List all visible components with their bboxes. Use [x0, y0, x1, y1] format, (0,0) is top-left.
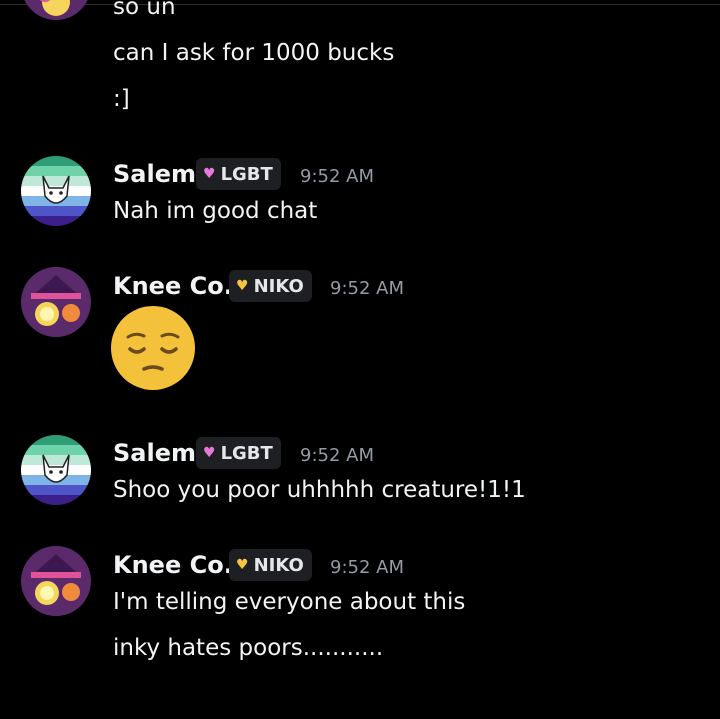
kneeco-avatar-icon — [21, 0, 91, 20]
tag-label: NIKO — [253, 275, 304, 297]
timestamp[interactable]: 9:52 AM — [300, 166, 374, 187]
tag-label: NIKO — [253, 554, 304, 576]
avatar-salem[interactable] — [21, 156, 91, 226]
pensive-face-emoji — [110, 305, 196, 391]
salem-avatar-icon — [21, 435, 91, 505]
gold-heart-icon: ♥ — [236, 278, 249, 294]
avatar-salem[interactable] — [21, 435, 91, 505]
message-line: so un — [113, 0, 176, 20]
tag-badge-niko[interactable]: ♥ NIKO — [229, 549, 312, 581]
username[interactable]: Salem — [113, 439, 196, 467]
tag-label: LGBT — [220, 163, 273, 185]
gold-heart-icon: ♥ — [236, 557, 249, 573]
message-line: Shoo you poor uhhhhh creature!1!1 — [113, 477, 526, 503]
tag-badge-niko[interactable]: ♥ NIKO — [229, 270, 312, 302]
pink-heart-icon: ♥ — [203, 445, 216, 461]
timestamp[interactable]: 9:52 AM — [330, 278, 404, 299]
message-line: I'm telling everyone about this — [113, 589, 466, 615]
pink-heart-icon: ♥ — [203, 166, 216, 182]
timestamp[interactable]: 9:52 AM — [300, 445, 374, 466]
kneeco-avatar-icon — [21, 267, 91, 337]
avatar-knee-co[interactable] — [21, 267, 91, 337]
tag-badge-lgbt[interactable]: ♥ LGBT — [196, 437, 281, 469]
message-line: Nah im good chat — [113, 198, 318, 224]
message-line: inky hates poors........... — [113, 635, 384, 661]
kneeco-avatar-icon — [21, 546, 91, 616]
username[interactable]: Knee Co. — [113, 551, 233, 579]
tag-badge-lgbt[interactable]: ♥ LGBT — [196, 158, 281, 190]
message-line: :] — [113, 86, 130, 112]
avatar-knee-co[interactable] — [21, 546, 91, 616]
top-divider — [0, 4, 720, 5]
salem-avatar-icon — [21, 156, 91, 226]
timestamp[interactable]: 9:52 AM — [330, 557, 404, 578]
username[interactable]: Knee Co. — [113, 272, 233, 300]
message-line: can I ask for 1000 bucks — [113, 40, 395, 66]
username[interactable]: Salem — [113, 160, 196, 188]
avatar-knee-co[interactable] — [21, 0, 91, 20]
tag-label: LGBT — [220, 442, 273, 464]
